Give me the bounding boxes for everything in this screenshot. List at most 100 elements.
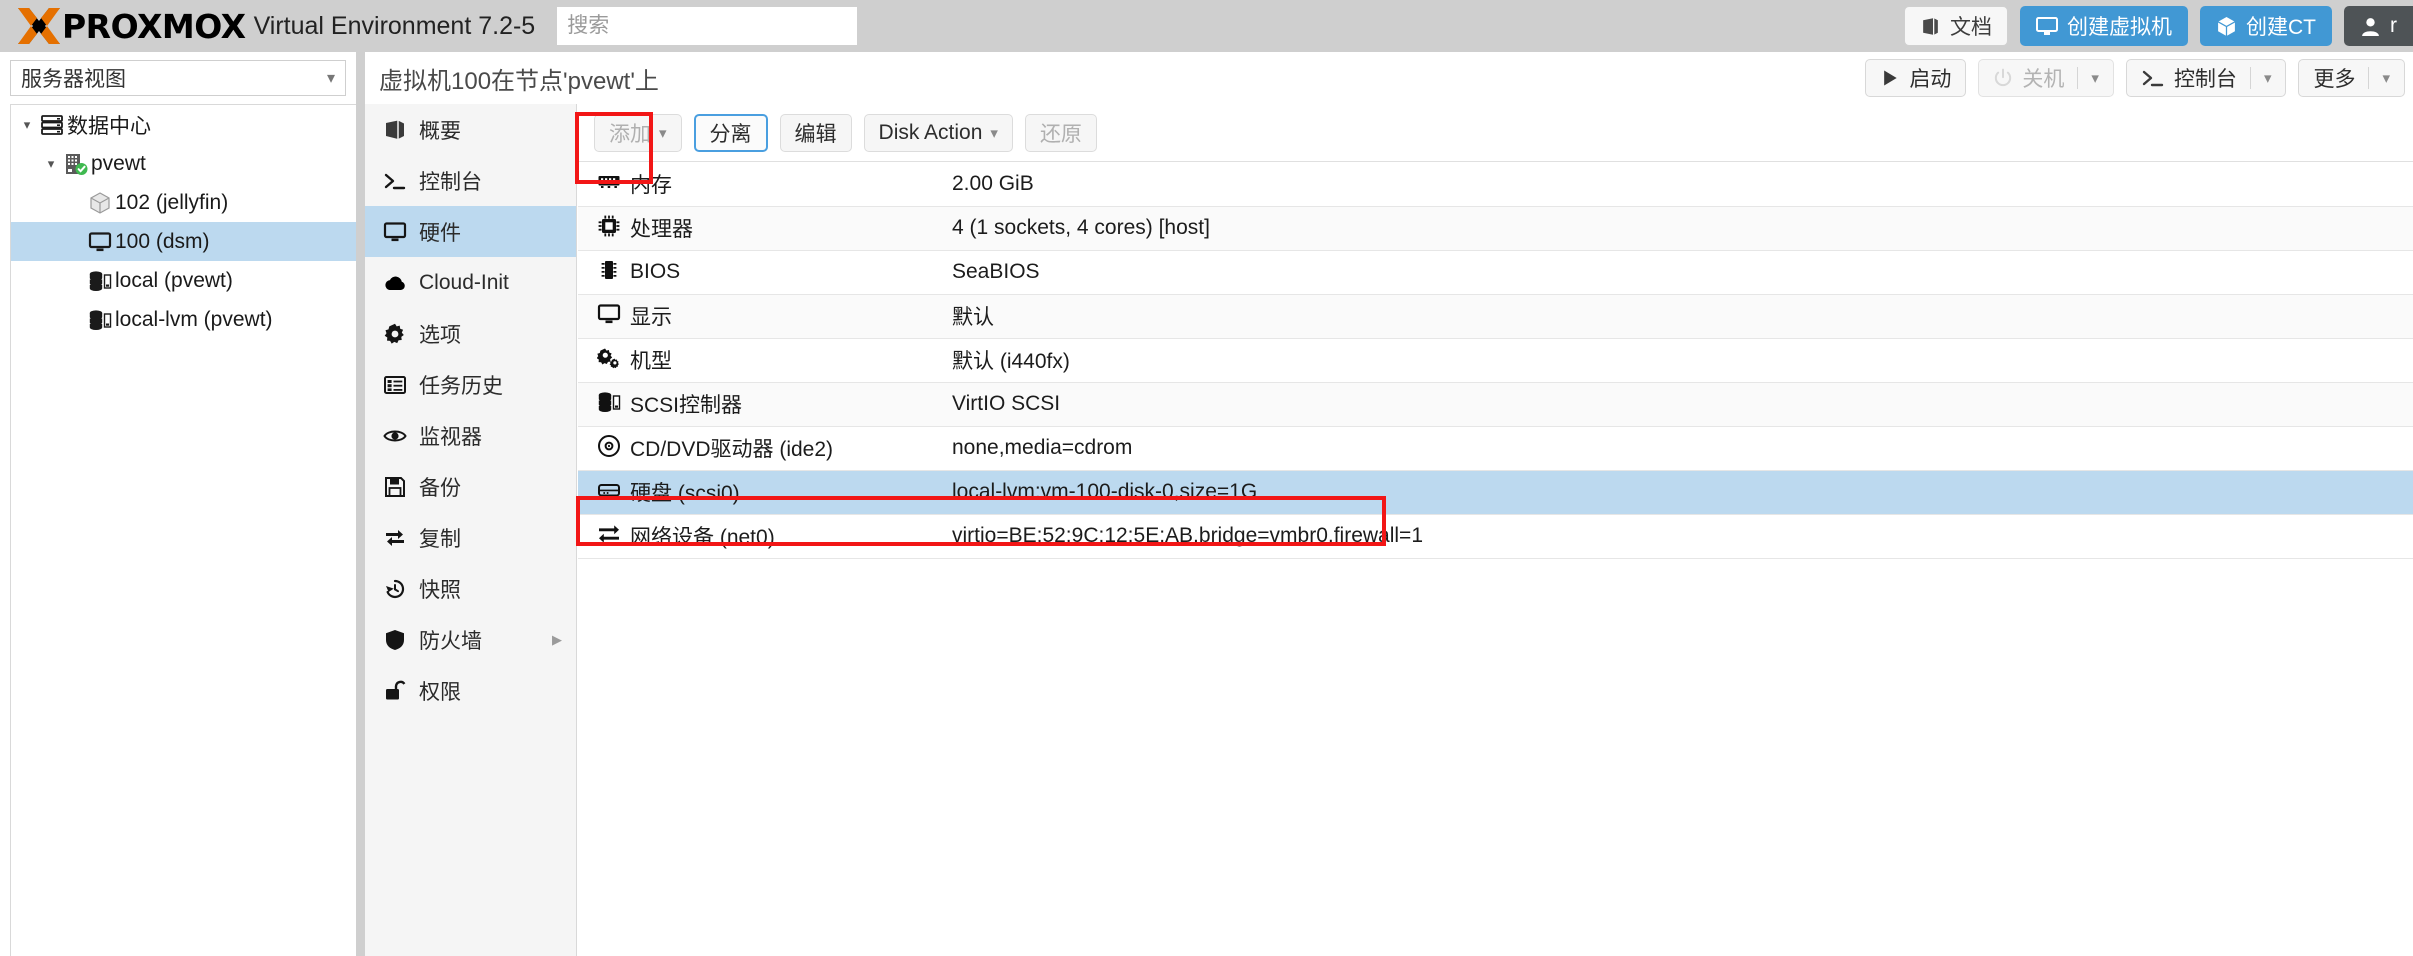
row-icon-cell [578,470,630,515]
row-icon-cell [578,294,630,339]
table-row[interactable]: 显示 默认 [578,294,2413,339]
monitor-icon [85,230,115,254]
history-icon [383,577,419,601]
shutdown-button[interactable]: 关机 ▾ [1978,59,2114,97]
console-button[interactable]: 控制台 ▾ [2125,59,2287,97]
row-key: 机型 [630,338,952,383]
tree-item-102-jellyfin[interactable]: 102 (jellyfin) [11,183,356,222]
chevron-down-icon[interactable]: ▾ [659,124,667,142]
tree-item-100-dsm[interactable]: 100 (dsm) [11,222,356,261]
table-row[interactable]: 处理器 4 (1 sockets, 4 cores) [host] [578,206,2413,251]
nav-item-cloud-init[interactable]: Cloud-Init [365,257,576,308]
detach-button[interactable]: 分离 [693,113,768,152]
start-button[interactable]: 启动 [1865,59,1967,97]
tree-item-label: pvewt [91,151,146,175]
table-row[interactable]: 网络设备 (net0) virtio=BE:52:9C:12:5E:AB,brid… [578,514,2413,559]
nav-item-硬件[interactable]: 硬件 [365,206,576,257]
tree-item-label: 100 (dsm) [115,229,210,253]
row-icon-cell [578,338,630,383]
nav-item-label: 控制台 [419,170,482,194]
row-key: 显示 [630,294,952,339]
tree-item-[interactable]: ▾ 数据中心 [11,105,356,144]
chip-icon [596,257,622,283]
search-input[interactable] [557,7,858,45]
row-value: local-lvm:vm-100-disk-0,size=1G [952,470,2413,515]
chevron-down-icon[interactable]: ▾ [2264,69,2272,87]
tree-item-local-pvewt[interactable]: local (pvewt) [11,261,356,300]
nav-item-防火墙[interactable]: 防火墙 ▶ [365,614,576,665]
datacenter-icon [37,113,67,137]
nav-item-控制台[interactable]: 控制台 [365,155,576,206]
tree-item-label: local-lvm (pvewt) [115,307,273,331]
row-key: SCSI控制器 [630,382,952,427]
tree-item-pvewt[interactable]: ▾ pvewt [11,144,356,183]
nav-item-label: 防火墙 [419,629,482,653]
left-panel: 服务器视图 ▾ ▾ 数据中心 ▾ pvewt 102 (jellyfin) 10… [0,52,356,956]
docs-button[interactable]: 文档 [1904,6,2008,46]
action-label: 控制台 [2173,68,2237,91]
table-row[interactable]: 机型 默认 (i440fx) [578,338,2413,383]
toolbar-button-label: 还原 [1039,122,1082,146]
unlock-icon [383,679,419,703]
more-button[interactable]: 更多 ▾ [2298,59,2405,97]
table-row[interactable]: 内存 2.00 GiB [578,162,2413,207]
create-ct-label: 创建CT [2246,16,2316,39]
server-view-label: 服务器视图 [21,68,126,91]
nav-item-概要[interactable]: 概要 [365,104,576,155]
nav-item-快照[interactable]: 快照 [365,563,576,614]
nav-item-label: 备份 [419,476,461,500]
monitor-icon [383,220,419,244]
create-ct-button[interactable]: 创建CT [2200,6,2332,46]
content-header: 虚拟机100在节点'pvewt'上 启动 关机 ▾ 控制台 ▾ 更多 ▾ [365,52,2413,104]
table-row[interactable]: 硬盘 (scsi0) local-lvm:vm-100-disk-0,size=1… [578,470,2413,515]
table-row[interactable]: BIOS SeaBIOS [578,250,2413,295]
terminal-icon [2141,66,2165,90]
button-divider [2368,67,2370,89]
nav-item-label: 硬件 [419,221,461,245]
nav-item-选项[interactable]: 选项 [365,308,576,359]
main-area: 虚拟机100在节点'pvewt'上 启动 关机 ▾ 控制台 ▾ 更多 ▾ 概要 控制台 … [356,52,2413,956]
nav-item-监视器[interactable]: 监视器 [365,410,576,461]
chevron-down-icon[interactable]: ▾ [2382,69,2390,87]
logo-wordmark: PROXMOX [62,6,246,46]
nav-item-权限[interactable]: 权限 [365,665,576,716]
chevron-down-icon[interactable]: ▾ [2091,69,2099,87]
nav-item-复制[interactable]: 复制 [365,512,576,563]
chevron-right-icon[interactable]: ▶ [552,632,576,648]
row-value: 默认 (i440fx) [952,338,2413,383]
tree-item-label: local (pvewt) [115,268,233,292]
chevron-down-icon[interactable]: ▾ [990,124,998,142]
user-menu-button[interactable]: r [2344,6,2413,46]
disk-action-button[interactable]: Disk Action ▾ [863,113,1013,152]
tree-item-label: 102 (jellyfin) [115,190,229,214]
table-row[interactable]: SCSI控制器 VirtIO SCSI [578,382,2413,427]
edit-button[interactable]: 编辑 [779,113,852,152]
nav-item-任务历史[interactable]: 任务历史 [365,359,576,410]
proxmox-logo[interactable]: PROXMOX Virtual Environment 7.2-5 [0,0,535,52]
chevron-down-icon[interactable]: ▾ [41,156,61,172]
nav-item-备份[interactable]: 备份 [365,461,576,512]
row-icon-cell [578,206,630,251]
panel-splitter[interactable] [356,52,365,956]
server-view-selector[interactable]: 服务器视图 ▾ [10,60,346,96]
revert-button[interactable]: 还原 [1024,113,1097,152]
create-vm-button[interactable]: 创建虚拟机 [2020,6,2188,46]
table-row[interactable]: CD/DVD驱动器 (ide2) none,media=cdrom [578,426,2413,471]
nav-item-label: 概要 [419,119,461,143]
eye-icon [383,424,419,448]
memory-icon [596,168,622,194]
row-key: 内存 [630,162,952,207]
storage-icon [596,389,622,415]
gears-icon [596,345,622,371]
cube-icon [85,191,115,215]
tree-item-local-lvm-pvewt[interactable]: local-lvm (pvewt) [11,300,356,339]
add-button[interactable]: 添加 ▾ [594,113,682,152]
action-label: 关机 [2022,68,2065,91]
chevron-down-icon[interactable]: ▾ [17,117,37,133]
gear-icon [383,322,419,346]
row-value: SeaBIOS [952,250,2413,295]
tree-item-label: 数据中心 [67,114,151,138]
row-key: BIOS [630,250,952,295]
button-divider [2077,67,2079,89]
toolbar-button-label: 分离 [709,122,752,146]
